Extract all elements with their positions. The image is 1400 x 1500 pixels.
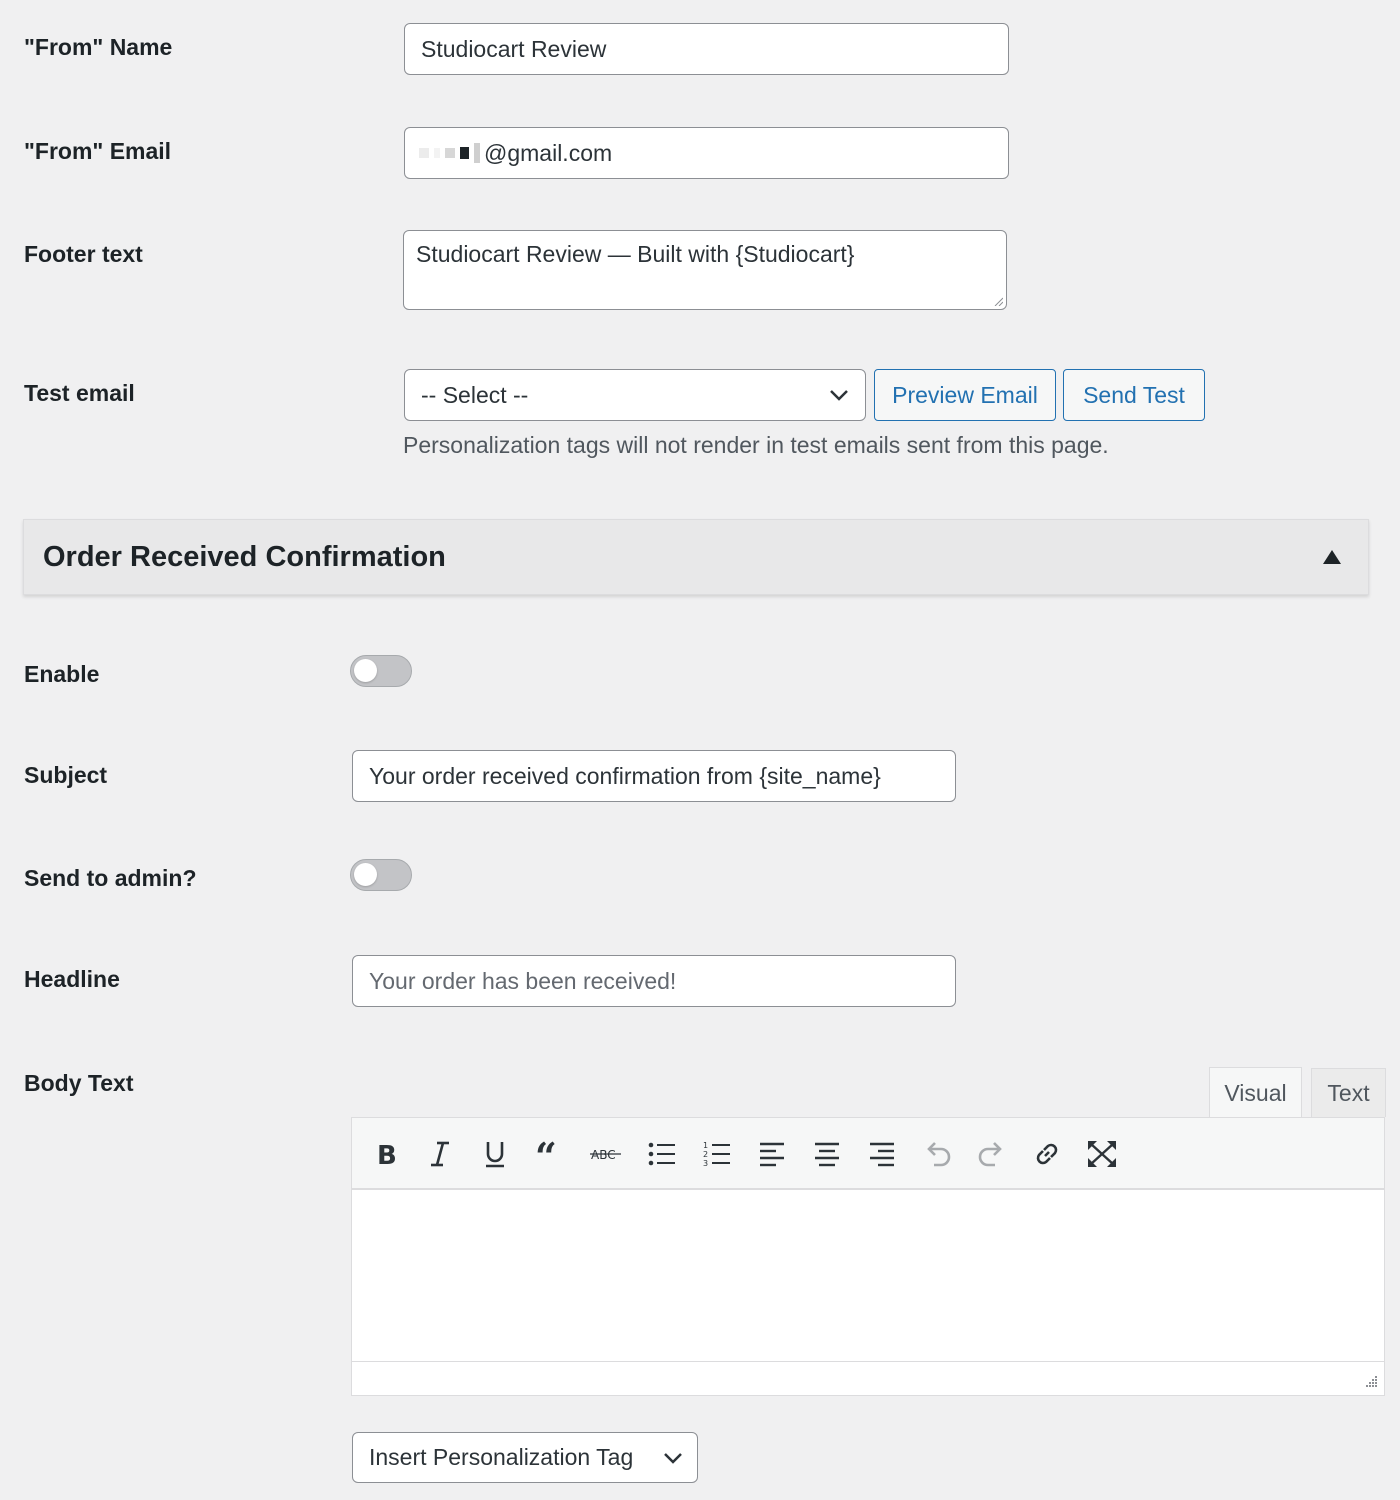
headline-input[interactable]: Your order has been received! [352, 955, 956, 1007]
preview-email-button[interactable]: Preview Email [874, 369, 1056, 421]
underline-icon[interactable] [473, 1132, 517, 1176]
svg-text:3: 3 [703, 1159, 708, 1168]
undo-icon[interactable] [915, 1132, 959, 1176]
body-text-label: Body Text [24, 1070, 134, 1096]
resize-grip-icon[interactable] [1364, 1375, 1378, 1389]
from-email-value: @gmail.com [484, 139, 613, 166]
align-center-icon[interactable] [805, 1132, 849, 1176]
chevron-down-icon [830, 390, 848, 401]
svg-text:2: 2 [703, 1150, 708, 1159]
bold-icon[interactable]: B [364, 1132, 408, 1176]
test-email-help-text: Personalization tags will not render in … [403, 432, 1109, 458]
svg-text:B: B [377, 1141, 397, 1168]
subject-input[interactable]: Your order received confirmation from {s… [352, 750, 956, 802]
order-received-section-header[interactable]: Order Received Confirmation [23, 519, 1369, 595]
editor-content-area[interactable] [352, 1190, 1384, 1362]
subject-label: Subject [24, 762, 108, 788]
test-email-select-value: -- Select -- [421, 381, 529, 408]
redo-icon[interactable] [970, 1132, 1014, 1176]
triangle-up-icon[interactable] [1322, 549, 1342, 565]
tab-visual[interactable]: Visual [1209, 1067, 1302, 1118]
editor-statusbar [352, 1361, 1384, 1395]
fullscreen-icon[interactable] [1080, 1132, 1124, 1176]
italic-icon[interactable] [418, 1132, 462, 1176]
test-email-select[interactable]: -- Select -- [404, 369, 866, 421]
editor-toolbar: B “ ABC 1 2 3 [352, 1118, 1384, 1190]
send-to-admin-toggle[interactable] [350, 859, 412, 891]
from-email-label: "From" Email [24, 138, 172, 164]
test-email-label: Test email [24, 380, 135, 406]
svg-text:1: 1 [703, 1141, 708, 1150]
align-right-icon[interactable] [860, 1132, 904, 1176]
numbered-list-icon[interactable]: 1 2 3 [695, 1132, 739, 1176]
blockquote-icon[interactable]: “ [528, 1132, 572, 1176]
section-title: Order Received Confirmation [43, 540, 446, 573]
svg-text:“: “ [535, 1140, 557, 1168]
enable-toggle[interactable] [350, 655, 412, 687]
svg-text:ABC: ABC [591, 1148, 616, 1162]
from-name-input[interactable]: Studiocart Review [404, 23, 1009, 75]
from-email-input[interactable]: @gmail.com [404, 127, 1009, 179]
tab-text[interactable]: Text [1311, 1068, 1386, 1117]
subject-value: Your order received confirmation from {s… [369, 762, 881, 789]
headline-placeholder: Your order has been received! [369, 967, 677, 994]
body-text-editor: B “ ABC 1 2 3 [351, 1117, 1385, 1396]
send-to-admin-label: Send to admin? [24, 865, 197, 891]
send-test-button[interactable]: Send Test [1063, 369, 1205, 421]
insert-tag-label: Insert Personalization Tag [369, 1444, 634, 1470]
from-name-label: "From" Name [24, 34, 173, 60]
toggle-knob [354, 659, 377, 682]
chevron-down-icon [664, 1452, 682, 1464]
from-name-value: Studiocart Review [421, 35, 607, 62]
footer-text-label: Footer text [24, 241, 143, 267]
resize-grip-icon[interactable] [993, 296, 1003, 306]
align-left-icon[interactable] [750, 1132, 794, 1176]
strikethrough-icon[interactable]: ABC [584, 1132, 628, 1176]
link-icon[interactable] [1025, 1132, 1069, 1176]
footer-text-value: Studiocart Review — Built with {Studioca… [416, 241, 855, 267]
insert-personalization-tag-dropdown[interactable]: Insert Personalization Tag [352, 1432, 698, 1483]
redacted-email-user [419, 143, 482, 163]
toggle-knob [354, 863, 377, 886]
bullet-list-icon[interactable] [640, 1132, 684, 1176]
enable-label: Enable [24, 661, 100, 687]
footer-text-textarea[interactable]: Studiocart Review — Built with {Studioca… [403, 230, 1007, 310]
headline-label: Headline [24, 966, 120, 992]
